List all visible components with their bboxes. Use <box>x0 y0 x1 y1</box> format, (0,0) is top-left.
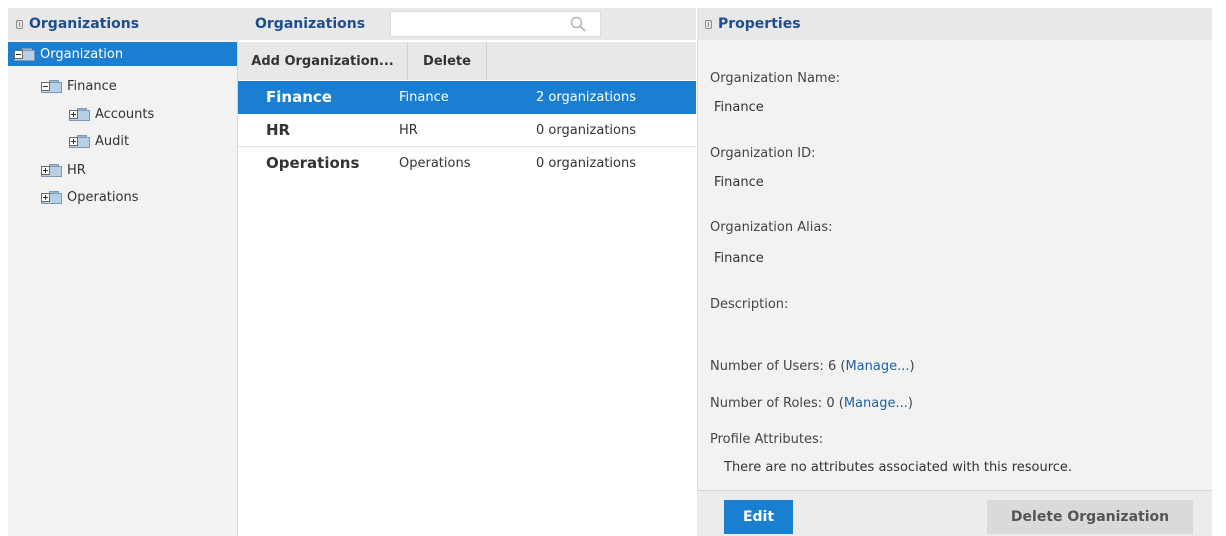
roles-count: 0 <box>826 396 835 411</box>
organization-tree: Organization Finance Accounts Audit HR O… <box>8 40 238 536</box>
tree-item-label: Operations <box>67 189 139 205</box>
organizations-toolbar: Add Organization... Delete <box>238 42 696 80</box>
manage-roles-link[interactable]: Manage... <box>844 396 908 411</box>
organization-row-operations[interactable]: Operations Operations 0 organizations <box>238 147 696 180</box>
organization-row-finance[interactable]: Finance Finance 2 organizations <box>238 81 696 114</box>
folder-plus-icon[interactable] <box>41 163 62 177</box>
left-panel-header: Organizations <box>8 8 238 40</box>
folder-plus-icon[interactable] <box>69 134 90 148</box>
delete-organization-button[interactable]: Delete Organization <box>987 500 1193 534</box>
search-input[interactable] <box>390 11 601 37</box>
folder-plus-icon[interactable] <box>41 190 62 204</box>
organization-name: Operations <box>266 154 360 172</box>
org-id-label: Organization ID: <box>710 146 816 161</box>
tree-item-label: Organization <box>40 46 124 62</box>
tree-item-hr[interactable]: HR <box>41 158 86 182</box>
middle-panel-title: Organizations <box>255 16 366 32</box>
org-name-label: Organization Name: <box>710 71 840 86</box>
organization-name: Finance <box>266 88 332 106</box>
collapse-icon[interactable] <box>16 19 23 29</box>
tree-item-organization[interactable]: Organization <box>8 42 237 66</box>
org-id-value: Finance <box>714 175 764 190</box>
search-icon[interactable] <box>570 16 586 32</box>
organization-count: 2 organizations <box>536 90 637 105</box>
number-of-users: Number of Users: 6 (Manage...) <box>710 359 915 374</box>
users-label: Number of Users: <box>710 359 824 374</box>
properties-title: Properties <box>718 16 801 32</box>
profile-attributes-label: Profile Attributes: <box>710 432 824 447</box>
org-alias-label: Organization Alias: <box>710 220 833 235</box>
tree-item-audit[interactable]: Audit <box>69 129 129 153</box>
tree-item-label: HR <box>67 162 86 178</box>
folder-plus-icon[interactable] <box>69 107 90 121</box>
tree-item-finance[interactable]: Finance <box>41 74 117 98</box>
delete-button[interactable]: Delete <box>408 42 487 80</box>
organization-row-hr[interactable]: HR HR 0 organizations <box>238 114 696 147</box>
left-panel-title: Organizations <box>29 16 140 32</box>
organization-count: 0 organizations <box>536 123 637 138</box>
org-name-value: Finance <box>714 100 764 115</box>
edit-button[interactable]: Edit <box>724 500 793 534</box>
no-attributes-text: There are no attributes associated with … <box>724 460 1073 475</box>
properties-header: Properties <box>697 8 1212 40</box>
organization-name: HR <box>266 121 291 139</box>
tree-item-label: Finance <box>67 78 117 94</box>
tree-item-operations[interactable]: Operations <box>41 185 138 209</box>
folder-minus-icon[interactable] <box>41 79 62 93</box>
manage-users-link[interactable]: Manage... <box>845 359 909 374</box>
properties-panel: Organization Name: Finance Organization … <box>697 40 1212 536</box>
collapse-icon[interactable] <box>705 19 712 29</box>
tree-item-label: Accounts <box>95 106 155 122</box>
roles-label: Number of Roles: <box>710 396 823 411</box>
organization-id: Operations <box>399 156 471 171</box>
organization-id: HR <box>399 123 418 138</box>
users-count: 6 <box>827 359 837 374</box>
properties-footer: Edit Delete Organization <box>697 490 1212 536</box>
organization-id: Finance <box>399 90 449 105</box>
number-of-roles: Number of Roles: 0 (Manage...) <box>710 396 913 411</box>
organization-count: 0 organizations <box>536 156 637 171</box>
description-label: Description: <box>710 297 789 312</box>
add-organization-button[interactable]: Add Organization... <box>238 42 408 80</box>
tree-item-accounts[interactable]: Accounts <box>69 102 154 126</box>
tree-item-label: Audit <box>95 133 130 149</box>
org-alias-value: Finance <box>714 251 764 266</box>
folder-minus-icon[interactable] <box>14 47 35 61</box>
